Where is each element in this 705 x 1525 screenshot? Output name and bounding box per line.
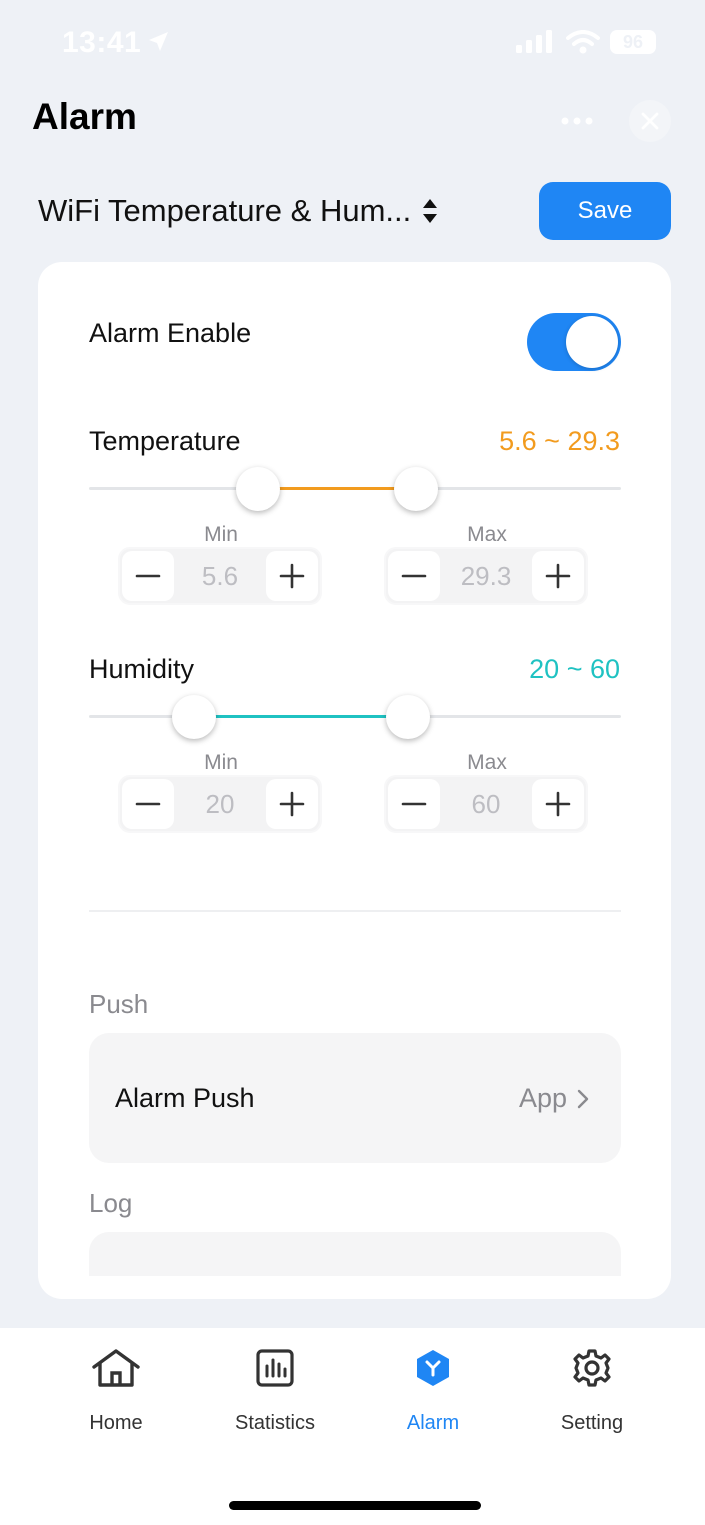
temperature-min-label: Min — [204, 523, 238, 546]
temperature-max-stepper: 29.3 — [384, 547, 588, 605]
plus-icon — [279, 563, 305, 589]
sort-updown-icon — [423, 199, 438, 223]
plus-icon — [545, 563, 571, 589]
decrement-button[interactable] — [122, 551, 174, 601]
humidity-slider-fill — [194, 715, 408, 718]
humidity-max-stepper: 60 — [384, 775, 588, 833]
increment-button[interactable] — [532, 551, 584, 601]
log-section-label: Log — [89, 1188, 133, 1218]
humidity-min-stepper: 20 — [118, 775, 322, 833]
temperature-range-value: 5.6 ~ 29.3 — [499, 426, 620, 456]
status-time: 13:41 — [62, 26, 142, 59]
alarm-push-label: Alarm Push — [115, 1083, 255, 1113]
humidity-max-handle[interactable] — [386, 695, 430, 739]
alarm-enable-toggle[interactable] — [527, 313, 621, 371]
alarm-push-row[interactable]: Alarm Push App — [89, 1033, 621, 1163]
tab-statistics[interactable]: Statistics — [205, 1346, 345, 1435]
gear-icon — [573, 1349, 611, 1387]
close-icon — [641, 112, 659, 130]
decrement-button[interactable] — [388, 551, 440, 601]
plus-icon — [279, 791, 305, 817]
tab-label: Setting — [560, 1412, 624, 1434]
device-name: WiFi Temperature & Hum... — [38, 193, 412, 228]
humidity-max-value[interactable]: 60 — [440, 777, 532, 831]
humidity-range-value: 20 ~ 60 — [529, 654, 620, 684]
home-icon — [92, 1349, 140, 1387]
cellular-signal-icon — [516, 30, 552, 53]
temperature-max-value[interactable]: 29.3 — [440, 549, 532, 603]
log-list[interactable] — [89, 1232, 621, 1276]
statistics-icon — [256, 1349, 294, 1387]
tab-alarm[interactable]: Alarm — [363, 1346, 503, 1435]
temperature-min-stepper: 5.6 — [118, 547, 322, 605]
minus-icon — [135, 574, 161, 578]
decrement-button[interactable] — [122, 779, 174, 829]
divider — [89, 910, 621, 912]
increment-button[interactable] — [532, 779, 584, 829]
tab-home[interactable]: Home — [46, 1346, 186, 1435]
battery-indicator: 96 — [610, 30, 656, 54]
push-section-label: Push — [89, 989, 149, 1019]
tab-label: Statistics — [234, 1412, 316, 1434]
decrement-button[interactable] — [388, 779, 440, 829]
humidity-max-label: Max — [467, 751, 507, 774]
status-bar: 13:41 96 — [0, 0, 705, 90]
toggle-knob — [566, 316, 618, 368]
humidity-label: Humidity — [89, 654, 195, 684]
minus-icon — [401, 802, 427, 806]
save-button[interactable]: Save — [539, 182, 671, 240]
chevron-right-icon — [577, 1089, 589, 1109]
alarm-push-value: App — [518, 1083, 567, 1113]
alarm-icon — [417, 1350, 449, 1386]
alarm-enable-label: Alarm Enable — [89, 318, 252, 348]
tab-label: Home — [89, 1412, 143, 1434]
close-button[interactable] — [629, 100, 671, 142]
humidity-min-label: Min — [204, 751, 238, 774]
humidity-min-value[interactable]: 20 — [174, 777, 266, 831]
temperature-label: Temperature — [89, 426, 241, 456]
humidity-min-handle[interactable] — [172, 695, 216, 739]
location-arrow-icon — [149, 32, 168, 51]
temperature-min-value[interactable]: 5.6 — [174, 549, 266, 603]
minus-icon — [401, 574, 427, 578]
minus-icon — [135, 802, 161, 806]
temperature-min-handle[interactable] — [236, 467, 280, 511]
tab-bar: Home Statistics Alarm Setting — [0, 1328, 705, 1525]
tab-label: Alarm — [406, 1412, 460, 1434]
home-indicator — [229, 1501, 481, 1510]
temperature-max-handle[interactable] — [394, 467, 438, 511]
increment-button[interactable] — [266, 551, 318, 601]
temperature-max-label: Max — [467, 523, 507, 546]
more-icon[interactable] — [556, 108, 598, 134]
plus-icon — [545, 791, 571, 817]
temperature-slider-fill — [258, 487, 416, 490]
device-selector[interactable]: WiFi Temperature & Hum... — [38, 193, 439, 229]
tab-setting[interactable]: Setting — [522, 1346, 662, 1435]
alarm-settings-card: Alarm Enable Temperature 5.6 ~ 29.3 Min … — [38, 262, 671, 1299]
wifi-icon — [566, 30, 600, 54]
increment-button[interactable] — [266, 779, 318, 829]
page-title: Alarm — [32, 96, 137, 137]
